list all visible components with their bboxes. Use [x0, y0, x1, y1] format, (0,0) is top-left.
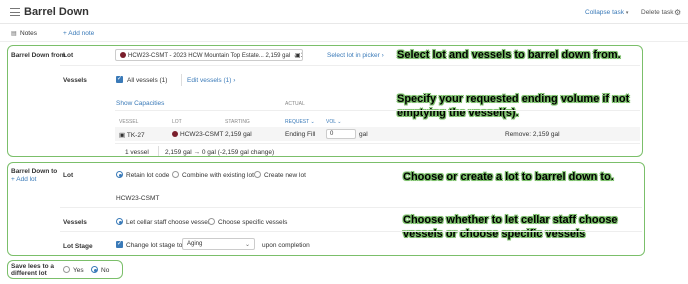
menu-icon[interactable] [10, 8, 20, 16]
separator [181, 74, 182, 86]
col-starting: STARTING [225, 119, 250, 125]
select-lot-in-picker-link[interactable]: Select lot in picker › [327, 52, 384, 59]
divider [60, 231, 642, 232]
notes-row [0, 26, 688, 42]
retain-lot-code-radio[interactable] [116, 171, 123, 178]
row-vessel: ▣ TK-27 [119, 132, 145, 139]
lot-vessel-count: 1 [301, 53, 302, 59]
choose-specific-radio[interactable] [208, 218, 215, 225]
lot-stage-value: Aging [187, 241, 203, 247]
chevron-right-icon: › [233, 77, 236, 84]
source-lot-value: HCW23-CSMT - 2023 HCW Mountain Top Estat… [128, 53, 291, 59]
remove-volume: Remove: 2,159 gal [505, 131, 560, 138]
divider [60, 207, 642, 208]
chevron-down-icon: ⌄ [337, 119, 342, 125]
cellar-staff-choose-radio[interactable] [116, 218, 123, 225]
lees-no-label: No [101, 267, 110, 274]
change-stage-checkbox[interactable]: ✓ [116, 241, 123, 248]
combine-lot-radio[interactable] [172, 171, 179, 178]
actual-header: ACTUAL [285, 101, 305, 107]
lees-yes-radio[interactable] [63, 266, 70, 273]
vessels-label: Vessels [63, 219, 87, 226]
source-lot-select[interactable]: HCW23-CSMT - 2023 HCW Mountain Top Estat… [115, 49, 303, 61]
lot-code: HCW23-CSMT [116, 195, 160, 202]
col-request[interactable]: REQUEST ⌄ [285, 119, 315, 125]
chevron-down-icon: ⌄ [244, 242, 250, 248]
notes-label: Notes [20, 30, 37, 37]
all-vessels-label: All vessels (1) [127, 77, 168, 84]
divider [115, 143, 640, 144]
create-new-lot-radio[interactable] [254, 171, 261, 178]
summary-change: 2,159 gal → 0 gal (-2,159 gal change) [165, 149, 275, 156]
annotation-1: Select lot and vessels to barrel down fr… [397, 49, 621, 61]
row-lot: HCW23-CSMT [172, 131, 223, 138]
choose-specific-label: Choose specific vessels [218, 219, 288, 226]
edit-vessels-link[interactable]: Edit vessels (1) › [187, 77, 235, 84]
retain-lot-code-label: Retain lot code [126, 172, 170, 179]
annotation-2: Specify your requested ending volume if … [397, 93, 630, 119]
lot-stage-select[interactable]: Aging ⌄ [182, 238, 255, 250]
all-vessels-checkbox[interactable]: ✓ [116, 76, 123, 83]
lees-yes-label: Yes [73, 267, 84, 274]
delete-task-button[interactable]: Delete task [641, 9, 674, 16]
add-note-button[interactable]: + Add note [63, 30, 94, 37]
chevron-down-icon: ⌄ [310, 119, 315, 125]
upon-completion-label: upon completion [262, 242, 310, 249]
combine-lot-label: Combine with existing lot [182, 172, 254, 179]
col-lot: LOT [172, 119, 182, 125]
divider [60, 65, 640, 66]
lot-label: Lot [63, 52, 74, 59]
annotation-4: Choose whether to let cellar staff choos… [403, 214, 618, 240]
tank-icon: ▣ [119, 132, 126, 139]
divider [115, 110, 640, 111]
add-lot-button[interactable]: + Add lot [11, 176, 36, 183]
annotation-3: Choose or create a lot to barrel down to… [403, 171, 614, 183]
vessels-label: Vessels [63, 77, 87, 84]
chevron-down-icon: ⌄ [292, 53, 298, 59]
collapse-task-button[interactable]: Collapse task ▾ [585, 9, 628, 16]
save-lees-label: Save lees to a different lot [11, 263, 54, 277]
chevron-down-icon: ▾ [625, 10, 629, 16]
create-new-lot-label: Create new lot [264, 172, 306, 179]
cellar-staff-choose-label: Let cellar staff choose vessels [126, 219, 213, 226]
chevron-right-icon: › [381, 52, 384, 59]
col-vessel: VESSEL [119, 119, 139, 125]
row-starting: 2,159 gal [225, 131, 252, 138]
section-label-from: Barrel Down from [11, 52, 66, 59]
show-capacities-link[interactable]: Show Capacities [116, 100, 164, 107]
col-vol[interactable]: VOL ⌄ [326, 119, 341, 125]
lot-color-dot [172, 131, 178, 138]
page-title: Barrel Down [24, 6, 89, 18]
lot-color-dot [120, 52, 126, 59]
change-stage-label: Change lot stage to [126, 242, 183, 249]
lot-label: Lot [63, 172, 74, 179]
section-label-to: Barrel Down to [11, 168, 58, 175]
vol-unit: gal [359, 131, 368, 138]
lees-no-radio[interactable] [91, 266, 98, 273]
separator [158, 146, 159, 156]
ending-volume-input[interactable]: 0 [326, 129, 356, 139]
summary-vessels: 1 vessel [125, 149, 149, 156]
lot-stage-label: Lot Stage [63, 243, 93, 250]
row-request: Ending Fill [285, 131, 316, 138]
gear-icon[interactable]: ⚙ [674, 8, 681, 17]
notes-icon: ▤ [11, 31, 17, 37]
